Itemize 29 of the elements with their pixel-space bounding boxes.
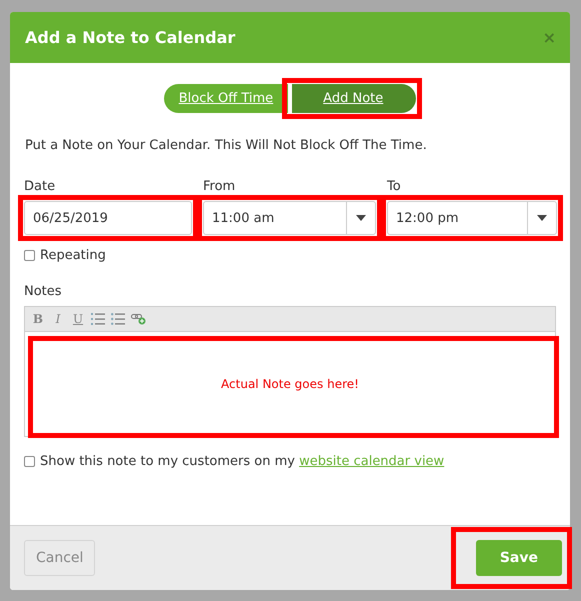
bold-button[interactable]: B xyxy=(31,312,45,326)
field-label: From xyxy=(203,179,236,194)
note-text: Actual Note goes here! xyxy=(221,377,359,391)
close-button[interactable]: × xyxy=(542,28,556,47)
time-dropdown[interactable]: 11:00 am xyxy=(203,201,376,235)
field-label: Notes xyxy=(24,284,63,299)
date-field[interactable]: 06/25/2019 xyxy=(24,201,192,235)
checkbox-label: Repeating xyxy=(40,248,106,263)
tab[interactable]: Add Note xyxy=(292,84,416,113)
save-button[interactable]: Save xyxy=(476,540,562,576)
checkbox[interactable] xyxy=(24,456,35,467)
field-label: To xyxy=(387,179,402,194)
calendar-link[interactable]: website calendar view xyxy=(299,454,444,469)
underline-button[interactable]: U xyxy=(71,312,85,326)
cancel-button[interactable]: Cancel xyxy=(24,540,96,576)
notes-editor[interactable]: B I U Actual Note goes here! xyxy=(24,306,556,437)
description-text: Put a Note on Your Calendar. This Will Not Block Off The Time. xyxy=(25,138,428,153)
bullet-list-icon[interactable] xyxy=(111,313,125,325)
caret-icon xyxy=(356,215,366,221)
link-icon[interactable] xyxy=(131,313,146,325)
checkbox-label: Show this note to my customers on my website calendar view xyxy=(40,454,444,469)
italic-button[interactable]: I xyxy=(51,312,65,326)
caret-icon xyxy=(537,215,547,221)
numbered-list-icon[interactable] xyxy=(91,313,105,325)
checkbox[interactable] xyxy=(24,250,35,261)
time-dropdown[interactable]: 12:00 pm xyxy=(387,201,557,235)
dialog-title: Add a Note to Calendar xyxy=(25,28,236,47)
field-label: Date xyxy=(24,179,56,194)
tab[interactable]: Block Off Time xyxy=(164,84,288,113)
